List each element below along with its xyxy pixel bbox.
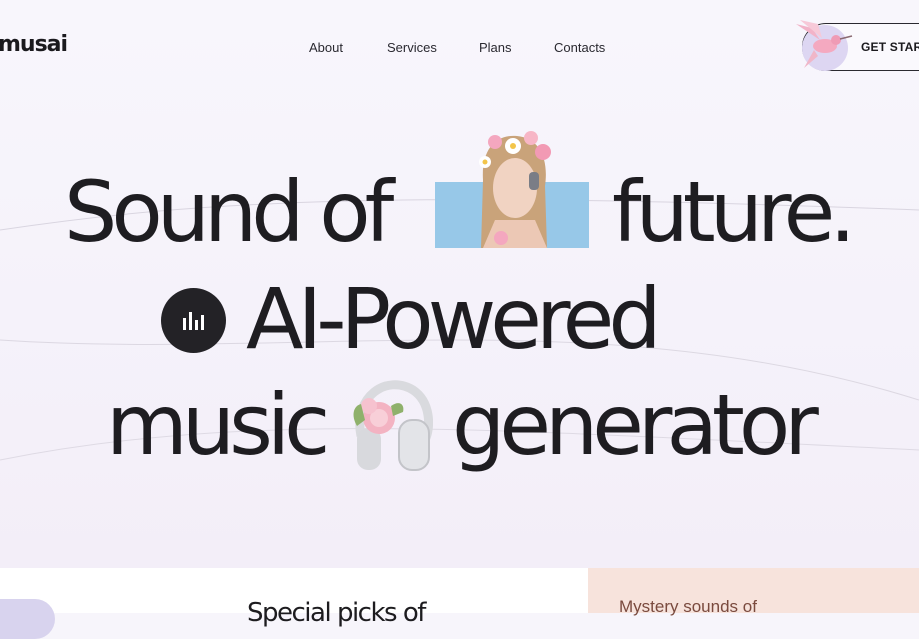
- headline-line3-a: music: [106, 376, 330, 474]
- hummingbird-icon: [796, 20, 853, 71]
- woman-flower-crown-image: [435, 131, 589, 248]
- flower-headphones-icon: [353, 380, 433, 471]
- nav-about[interactable]: About: [309, 40, 343, 55]
- hero-section: musai About Services Plans Contacts GET …: [0, 0, 919, 568]
- nav-contacts[interactable]: Contacts: [554, 40, 605, 55]
- equalizer-badge: [161, 288, 226, 353]
- logo[interactable]: musai: [0, 32, 68, 57]
- headline-line2: AI-Powered: [246, 270, 662, 368]
- category-pill[interactable]: [0, 599, 55, 639]
- nav-services[interactable]: Services: [387, 40, 437, 55]
- headline-line1-b: future.: [612, 163, 856, 261]
- nav-plans[interactable]: Plans: [479, 40, 512, 55]
- special-picks-heading: Special picks of: [247, 598, 426, 628]
- get-started-label[interactable]: GET STAR: [861, 40, 919, 54]
- mystery-sounds-heading: Mystery sounds of: [619, 597, 757, 616]
- headline-line3-b: generator: [452, 376, 819, 474]
- equalizer-bars-icon: [183, 312, 204, 330]
- headline-line1-a: Sound of: [64, 163, 394, 261]
